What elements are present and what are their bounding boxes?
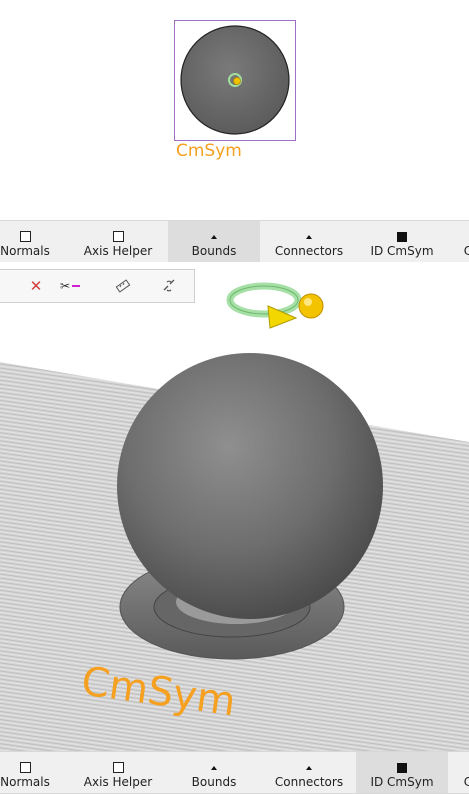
delete-x-icon[interactable]: ✕ — [26, 276, 46, 296]
triangle-icon — [211, 766, 217, 770]
ruler-icon[interactable] — [113, 276, 133, 296]
toggle-cut-off[interactable]: C — [458, 221, 469, 262]
toggle-connectors[interactable]: Connectors — [266, 221, 352, 262]
checkbox-icon — [112, 762, 124, 773]
svg-text:✂: ✂ — [60, 279, 70, 293]
toggle-cut-off[interactable]: C — [458, 752, 469, 793]
triangle-icon — [211, 235, 217, 239]
toggle-id-cmsym[interactable]: ID CmSym — [356, 221, 448, 262]
checkbox-icon — [19, 231, 31, 242]
toggle-axis-helper[interactable]: Axis Helper — [74, 752, 162, 793]
checkbox-icon — [19, 762, 31, 773]
toggle-axis-helper[interactable]: Axis Helper — [74, 221, 162, 262]
toggle-bounds[interactable]: Bounds — [168, 752, 260, 793]
filled-square-icon — [397, 232, 407, 242]
viewport-toolstrip: ✕ ✂ — [0, 269, 195, 303]
sphere-model — [117, 353, 383, 619]
3d-viewport[interactable]: CmSym ✕ ✂ — [0, 262, 469, 752]
cut-paste-icon[interactable]: ✂ — [60, 276, 80, 296]
toggle-bounds[interactable]: Bounds — [168, 221, 260, 262]
view-toolbar-top: Normals Axis Helper Bounds Connectors ID… — [0, 220, 469, 263]
checkbox-icon — [112, 231, 124, 242]
thumbnail-preview[interactable] — [174, 20, 296, 141]
connector-ball-icon — [233, 77, 241, 85]
link-icon[interactable] — [159, 276, 179, 296]
rotate-gizmo-icon[interactable] — [224, 276, 334, 346]
toggle-id-cmsym[interactable]: ID CmSym — [356, 752, 448, 793]
toggle-normals[interactable]: Normals — [0, 221, 56, 262]
toggle-connectors[interactable]: Connectors — [266, 752, 352, 793]
filled-square-icon — [397, 763, 407, 773]
thumbnail-label: CmSym — [176, 141, 242, 161]
toggle-normals[interactable]: Normals — [0, 752, 56, 793]
triangle-icon — [306, 766, 312, 770]
view-toolbar-bottom: Normals Axis Helper Bounds Connectors ID… — [0, 751, 469, 794]
sphere-thumbnail-image — [180, 25, 290, 135]
triangle-icon — [306, 235, 312, 239]
